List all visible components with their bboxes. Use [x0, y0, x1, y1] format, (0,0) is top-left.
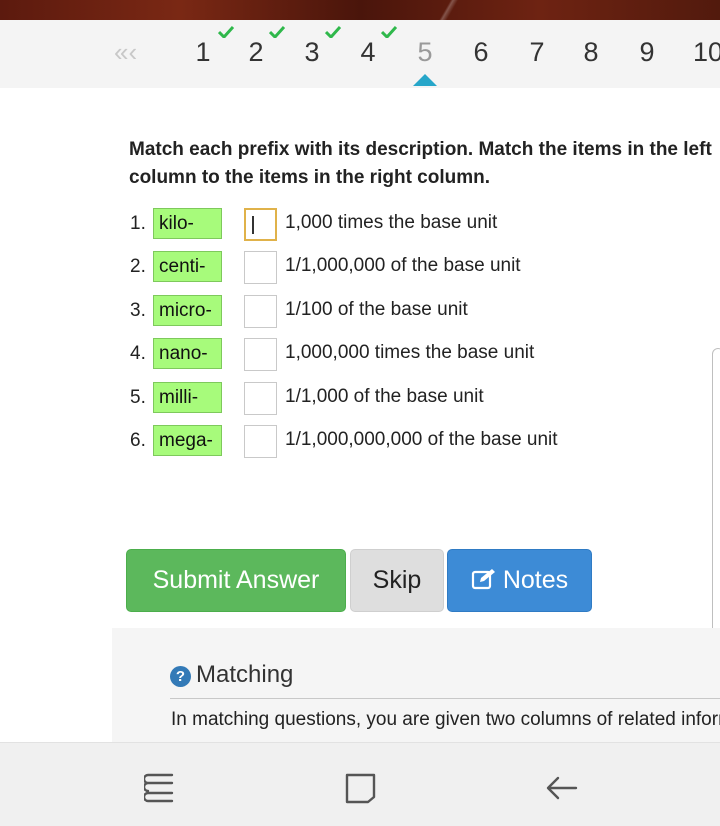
pager-page-7[interactable]: 7: [522, 36, 552, 68]
prefix-item[interactable]: mega-: [153, 425, 222, 456]
submit-answer-button[interactable]: Submit Answer: [126, 549, 346, 612]
pager-page-5-current[interactable]: 5: [410, 36, 440, 68]
answer-input[interactable]: [244, 251, 277, 284]
top-wood-banner: [0, 0, 720, 20]
notes-label: Notes: [502, 566, 569, 594]
back-icon[interactable]: [546, 771, 578, 805]
help-divider: [170, 698, 720, 699]
answer-input[interactable]: [244, 425, 277, 458]
current-page-indicator: [413, 74, 437, 86]
pager-back-icon[interactable]: «‹: [114, 38, 137, 66]
check-icon: [325, 26, 341, 38]
row-number: 4.: [130, 343, 146, 364]
description-item: 1/1,000 of the base unit: [285, 386, 484, 407]
question-instructions: Match each prefix with its description. …: [129, 139, 712, 188]
pager-page-8[interactable]: 8: [576, 36, 606, 68]
answer-input[interactable]: [244, 382, 277, 415]
row-number: 5.: [130, 387, 146, 408]
pager-page-4[interactable]: 4: [353, 36, 383, 68]
check-icon: [218, 26, 234, 38]
row-number: 1.: [130, 213, 146, 234]
pager-page-9[interactable]: 9: [632, 36, 662, 68]
pager-page-10[interactable]: 10: [693, 36, 720, 68]
help-text: In matching questions, you are given two…: [171, 709, 720, 730]
description-item: 1/1,000,000 of the base unit: [285, 255, 521, 276]
pager-page-6[interactable]: 6: [466, 36, 496, 68]
description-item: 1/100 of the base unit: [285, 299, 468, 320]
pager-page-1[interactable]: 1: [188, 36, 218, 68]
row-number: 3.: [130, 300, 146, 321]
description-item: 1,000,000 times the base unit: [285, 342, 535, 363]
recent-apps-icon[interactable]: [144, 771, 176, 805]
answer-input[interactable]: [244, 208, 277, 241]
pager-page-3[interactable]: 3: [297, 36, 327, 68]
question-pager: «‹ 1 2 3 4 5 6 7 8 9 10: [0, 20, 720, 88]
help-title: Matching: [196, 661, 294, 688]
row-number: 6.: [130, 430, 146, 451]
answer-input[interactable]: [244, 295, 277, 328]
side-scroll-handle[interactable]: [712, 348, 720, 652]
help-icon[interactable]: ?: [170, 666, 191, 687]
home-icon[interactable]: [344, 771, 376, 805]
prefix-item[interactable]: centi-: [153, 251, 222, 282]
skip-button[interactable]: Skip: [350, 549, 444, 612]
android-navigation-bar: [0, 742, 720, 826]
check-icon: [269, 26, 285, 38]
check-icon: [381, 26, 397, 38]
prefix-item[interactable]: micro-: [153, 295, 222, 326]
answer-input[interactable]: [244, 338, 277, 371]
prefix-item[interactable]: kilo-: [153, 208, 222, 239]
description-item: 1,000 times the base unit: [285, 212, 498, 233]
description-item: 1/1,000,000,000 of the base unit: [285, 429, 558, 450]
text-cursor: [252, 216, 254, 234]
prefix-item[interactable]: nano-: [153, 338, 222, 369]
edit-icon: [471, 569, 495, 590]
prefix-item[interactable]: milli-: [153, 382, 222, 413]
notes-button[interactable]: Notes: [447, 549, 592, 612]
row-number: 2.: [130, 256, 146, 277]
pager-page-2[interactable]: 2: [241, 36, 271, 68]
